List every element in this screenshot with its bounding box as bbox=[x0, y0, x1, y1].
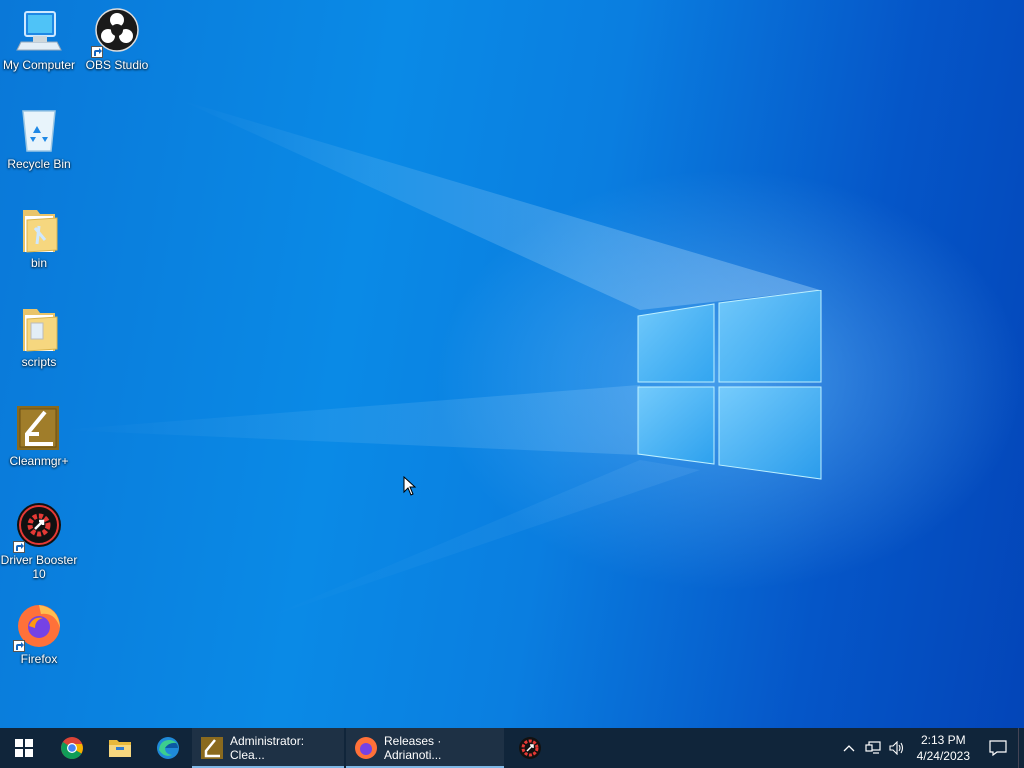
desktop-icon-label: My Computer bbox=[2, 58, 76, 72]
desktop-icon-recycle-bin[interactable]: Recycle Bin bbox=[0, 107, 78, 171]
folder-icon bbox=[15, 305, 63, 353]
taskbar-app-driver-booster[interactable] bbox=[506, 728, 554, 768]
shortcut-arrow-icon bbox=[13, 640, 25, 652]
shortcut-arrow-icon bbox=[13, 541, 25, 553]
desktop-icon-scripts-folder[interactable]: scripts bbox=[0, 305, 78, 369]
driver-booster-icon bbox=[13, 503, 63, 553]
chevron-up-icon bbox=[843, 745, 855, 752]
action-center-button[interactable] bbox=[978, 728, 1018, 768]
folder-icon bbox=[15, 206, 63, 254]
taskbar: Administrator: Clea... Releases · Adrian… bbox=[0, 728, 1024, 768]
file-explorer-icon bbox=[109, 740, 131, 757]
desktop-icon-firefox[interactable]: Firefox bbox=[0, 602, 78, 666]
taskbar-app-label: Releases · Adrianoti... bbox=[384, 734, 442, 762]
cleanmgr-icon bbox=[201, 737, 223, 759]
action-center-icon bbox=[989, 740, 1007, 756]
taskbar-pinned-chrome[interactable] bbox=[48, 728, 96, 768]
taskbar-pinned-file-explorer[interactable] bbox=[96, 728, 144, 768]
desktop-icon-cleanmgr[interactable]: Cleanmgr+ bbox=[0, 404, 78, 468]
windows-start-icon bbox=[15, 739, 33, 757]
show-hidden-icons-button[interactable] bbox=[837, 728, 861, 768]
desktop-icon-driver-booster[interactable]: Driver Booster 10 bbox=[0, 503, 78, 581]
desktop-icon-label: Recycle Bin bbox=[7, 157, 71, 171]
edge-icon bbox=[157, 737, 179, 759]
network-icon bbox=[865, 741, 881, 754]
desktop-icon-my-computer[interactable]: My Computer bbox=[0, 8, 78, 72]
desktop-icon-label: bin bbox=[30, 256, 47, 270]
desktop-icon-obs-studio[interactable]: OBS Studio bbox=[78, 8, 156, 72]
show-desktop-button[interactable] bbox=[1018, 728, 1024, 768]
mouse-cursor-icon bbox=[403, 476, 417, 496]
windows-logo bbox=[637, 290, 822, 480]
desktop-icon-label: OBS Studio bbox=[85, 58, 149, 72]
firefox-icon bbox=[13, 602, 63, 652]
taskbar-app-administrator-cleanmgr[interactable]: Administrator: Clea... bbox=[192, 728, 344, 768]
taskbar-pinned-edge[interactable] bbox=[144, 728, 192, 768]
desktop-icon-bin-folder[interactable]: bin bbox=[0, 206, 78, 270]
driver-booster-icon bbox=[519, 737, 541, 759]
start-button[interactable] bbox=[0, 728, 48, 768]
desktop[interactable]: My Computer OBS Studio Recycle Bin bin s… bbox=[0, 0, 1024, 728]
cleanmgr-icon bbox=[15, 404, 63, 452]
desktop-icon-label: Cleanmgr+ bbox=[9, 454, 69, 468]
desktop-icon-label: scripts bbox=[21, 355, 57, 369]
clock-date: 4/24/2023 bbox=[916, 749, 970, 763]
desktop-icon-label: Firefox bbox=[20, 652, 58, 666]
desktop-icon-label: Driver Booster 10 bbox=[0, 553, 78, 581]
network-button[interactable] bbox=[861, 728, 885, 768]
computer-icon bbox=[15, 8, 63, 56]
obs-icon bbox=[91, 8, 141, 58]
system-tray: 2:13 PM 4/24/2023 bbox=[837, 728, 1024, 768]
taskbar-app-firefox-releases[interactable]: Releases · Adrianoti... bbox=[346, 728, 504, 768]
taskbar-app-label: Administrator: Clea... bbox=[230, 734, 305, 762]
shortcut-arrow-icon bbox=[91, 46, 103, 58]
taskbar-clock[interactable]: 2:13 PM 4/24/2023 bbox=[909, 732, 978, 764]
wallpaper-light-beams bbox=[60, 100, 820, 620]
volume-icon bbox=[889, 741, 903, 755]
chrome-icon bbox=[61, 737, 83, 759]
recycle-bin-icon bbox=[15, 107, 63, 155]
volume-button[interactable] bbox=[885, 728, 909, 768]
clock-time: 2:13 PM bbox=[920, 733, 966, 747]
firefox-icon bbox=[355, 737, 377, 759]
